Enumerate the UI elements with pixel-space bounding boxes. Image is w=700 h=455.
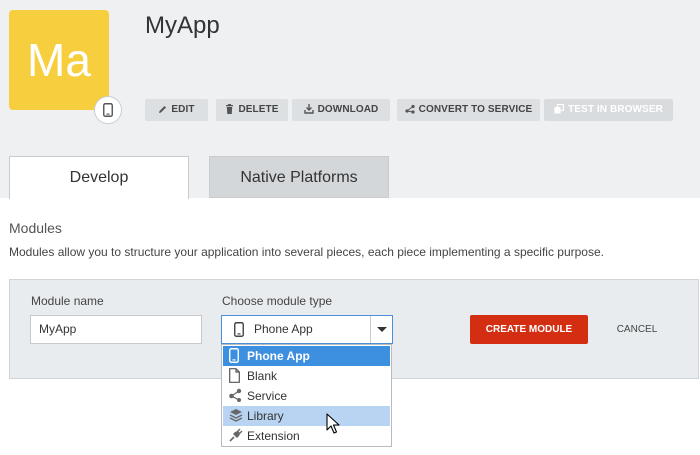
pencil-icon: [159, 106, 167, 113]
phone-icon: [229, 348, 239, 363]
service-nodes-icon: [229, 388, 242, 402]
app-header: Ma MyApp EDIT DELETE DOWNLOAD CONVERT TO…: [0, 0, 700, 199]
convert-to-service-button[interactable]: CONVERT TO SERVICE: [397, 99, 540, 121]
option-label: Blank: [247, 369, 278, 383]
module-type-dropdown: Phone App Blank Service Library Extensio…: [221, 344, 392, 447]
chevron-down-icon[interactable]: [370, 316, 392, 343]
delete-button[interactable]: DELETE: [216, 99, 288, 121]
tab-native-platforms[interactable]: Native Platforms: [209, 156, 389, 198]
tab-develop[interactable]: Develop: [9, 156, 189, 199]
mouse-pointer-icon: [326, 413, 340, 434]
module-name-label: Module name: [31, 294, 104, 308]
plug-icon: [229, 428, 243, 442]
phone-icon: [103, 103, 113, 117]
browser-test-icon: [554, 103, 565, 114]
layers-icon: [229, 409, 243, 422]
option-label: Library: [247, 409, 284, 423]
cancel-button[interactable]: CANCEL: [605, 315, 669, 344]
module-name-input[interactable]: MyApp: [30, 315, 202, 344]
option-phone-app[interactable]: Phone App: [223, 346, 390, 366]
edit-label: EDIT: [171, 104, 195, 115]
option-label: Extension: [247, 429, 300, 443]
option-blank[interactable]: Blank: [223, 366, 390, 386]
download-icon: [303, 104, 314, 114]
option-label: Service: [247, 389, 288, 403]
create-module-button[interactable]: CREATE MODULE: [470, 315, 588, 344]
option-service[interactable]: Service: [223, 386, 390, 406]
module-type-select[interactable]: Phone App: [221, 315, 393, 344]
module-type-label: Choose module type: [222, 294, 333, 308]
test-in-browser-button[interactable]: TEST IN BROWSER: [544, 99, 673, 121]
edit-button[interactable]: EDIT: [145, 99, 208, 121]
phone-badge: [94, 96, 122, 124]
trash-icon: [226, 104, 234, 114]
download-button[interactable]: DOWNLOAD: [292, 99, 390, 121]
download-label: DOWNLOAD: [317, 104, 379, 115]
convert-label: CONVERT TO SERVICE: [418, 104, 533, 115]
blank-document-icon: [229, 368, 240, 383]
app-icon: Ma: [9, 10, 109, 110]
module-type-value: Phone App: [254, 322, 313, 336]
option-library[interactable]: Library: [223, 406, 390, 426]
option-label: Phone App: [247, 349, 310, 363]
test-label: TEST IN BROWSER: [568, 104, 663, 115]
phone-icon: [234, 322, 244, 337]
modules-description: Modules allow you to structure your appl…: [9, 245, 604, 259]
delete-label: DELETE: [238, 104, 279, 115]
app-title: MyApp: [145, 12, 220, 39]
option-extension[interactable]: Extension: [223, 426, 390, 446]
convert-icon: [405, 104, 415, 114]
modules-title: Modules: [9, 220, 62, 236]
